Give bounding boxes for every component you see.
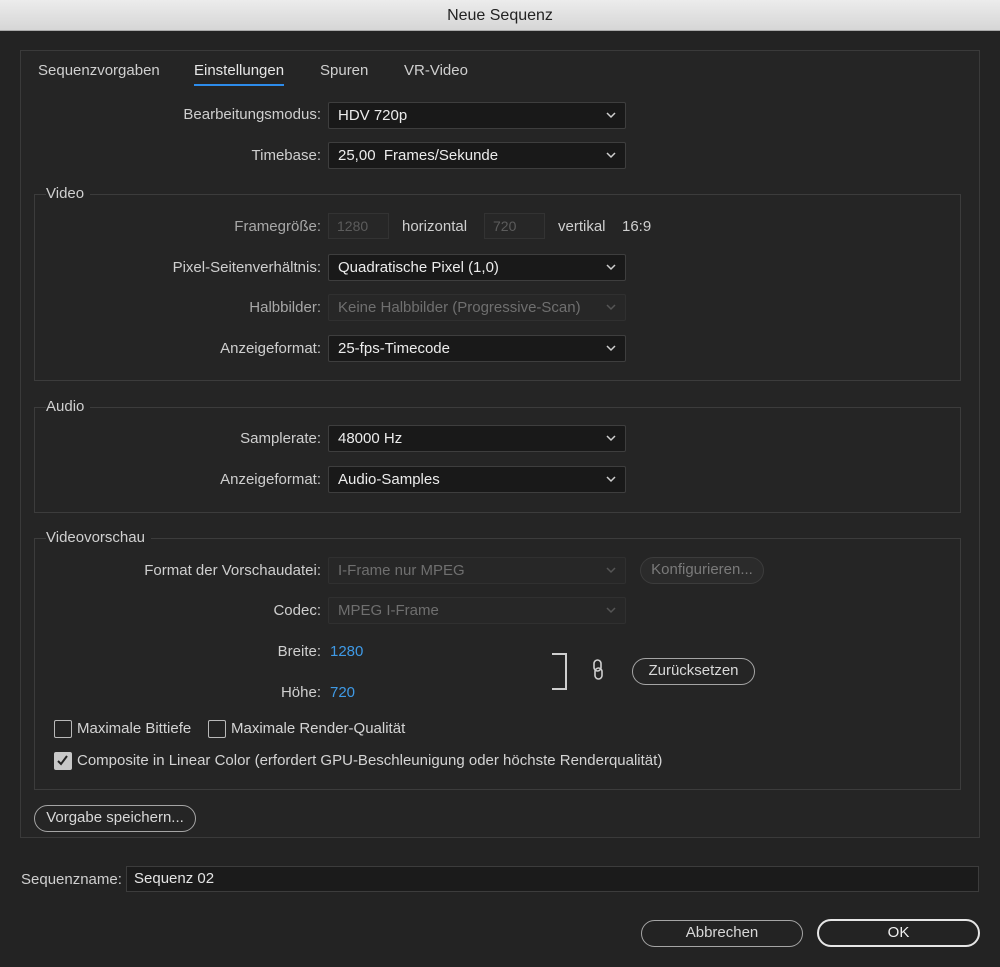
checkmark-icon: [57, 755, 68, 766]
horizontal-label: horizontal: [402, 218, 468, 235]
preview-file-format-value: I-Frame nur MPEG: [338, 562, 465, 579]
chevron-down-icon: [606, 112, 616, 119]
fields-label: Halbbilder:: [249, 299, 321, 316]
audio-display-format-select[interactable]: Audio-Samples: [328, 466, 626, 493]
preview-width-label: Breite:: [277, 643, 321, 660]
configure-button: Konfigurieren...: [640, 557, 764, 584]
chevron-down-icon: [606, 264, 616, 271]
max-bit-depth-checkbox[interactable]: [54, 720, 72, 738]
frame-width-field: 1280: [328, 213, 389, 239]
sequence-name-input[interactable]: Sequenz 02: [126, 866, 979, 892]
max-render-quality-label: Maximale Render-Qualität: [231, 720, 406, 737]
chevron-down-icon: [606, 345, 616, 352]
composite-linear-checkbox[interactable]: [54, 752, 72, 770]
max-bit-depth-label: Maximale Bittiefe: [77, 720, 192, 737]
chevron-down-icon: [606, 152, 616, 159]
timebase-value: 25,00 Frames/Sekunde: [338, 147, 499, 164]
frame-size-label: Framegröße:: [234, 218, 321, 235]
chevron-down-icon: [606, 304, 616, 311]
sequence-name-label: Sequenzname:: [21, 871, 122, 888]
ok-button[interactable]: OK: [817, 919, 980, 947]
sample-rate-value: 48000 Hz: [338, 430, 403, 447]
reset-button[interactable]: Zurücksetzen: [632, 658, 755, 685]
preview-height-label: Höhe:: [280, 684, 321, 701]
audio-group-title: Audio: [46, 398, 91, 415]
codec-select: MPEG I-Frame: [328, 597, 626, 624]
video-display-format-label: Anzeigeformat:: [220, 340, 321, 357]
save-preset-button[interactable]: Vorgabe speichern...: [34, 805, 196, 832]
pixel-aspect-select[interactable]: Quadratische Pixel (1,0): [328, 254, 626, 281]
composite-linear-label: Composite in Linear Color (erfordert GPU…: [77, 752, 663, 769]
tab-sequence-presets[interactable]: Sequenzvorgaben: [38, 62, 160, 79]
chevron-down-icon: [606, 476, 616, 483]
link-bracket-icon: [552, 653, 567, 690]
fields-value: Keine Halbbilder (Progressive-Scan): [338, 299, 581, 316]
audio-display-format-label: Anzeigeformat:: [220, 471, 321, 488]
preview-file-format-select: I-Frame nur MPEG: [328, 557, 626, 584]
tab-settings[interactable]: Einstellungen: [194, 62, 284, 79]
audio-display-format-value: Audio-Samples: [338, 471, 440, 488]
max-render-quality-checkbox[interactable]: [208, 720, 226, 738]
codec-label: Codec:: [273, 602, 321, 619]
preview-width-value[interactable]: 1280: [330, 643, 363, 660]
vertical-label: vertikal: [558, 218, 606, 235]
video-group-title: Video: [46, 185, 91, 202]
pixel-aspect-value: Quadratische Pixel (1,0): [338, 259, 499, 276]
preview-height-value[interactable]: 720: [330, 684, 355, 701]
chevron-down-icon: [606, 567, 616, 574]
edit-mode-label: Bearbeitungsmodus:: [183, 106, 321, 123]
frame-height-field: 720: [484, 213, 545, 239]
edit-mode-value: HDV 720p: [338, 107, 408, 124]
chevron-down-icon: [606, 435, 616, 442]
video-preview-group-title: Videovorschau: [46, 529, 151, 546]
video-display-format-select[interactable]: 25-fps-Timecode: [328, 335, 626, 362]
timebase-label: Timebase:: [251, 147, 321, 164]
chain-link-icon[interactable]: [590, 658, 606, 682]
tab-vr-video[interactable]: VR-Video: [404, 62, 468, 79]
codec-value: MPEG I-Frame: [338, 602, 439, 619]
aspect-ratio-text: 16:9: [622, 218, 652, 235]
pixel-aspect-label: Pixel-Seitenverhältnis:: [172, 259, 321, 276]
audio-group: [34, 407, 961, 513]
preview-file-format-label: Format der Vorschaudatei:: [144, 562, 321, 579]
timebase-select[interactable]: 25,00 Frames/Sekunde: [328, 142, 626, 169]
sample-rate-select[interactable]: 48000 Hz: [328, 425, 626, 452]
fields-select: Keine Halbbilder (Progressive-Scan): [328, 294, 626, 321]
sample-rate-label: Samplerate:: [240, 430, 321, 447]
edit-mode-select[interactable]: HDV 720p: [328, 102, 626, 129]
video-display-format-value: 25-fps-Timecode: [338, 340, 450, 357]
window-title: Neue Sequenz: [0, 0, 1000, 31]
tab-tracks[interactable]: Spuren: [320, 62, 368, 79]
cancel-button[interactable]: Abbrechen: [641, 920, 803, 947]
active-tab-indicator: [194, 84, 284, 86]
chevron-down-icon: [606, 607, 616, 614]
